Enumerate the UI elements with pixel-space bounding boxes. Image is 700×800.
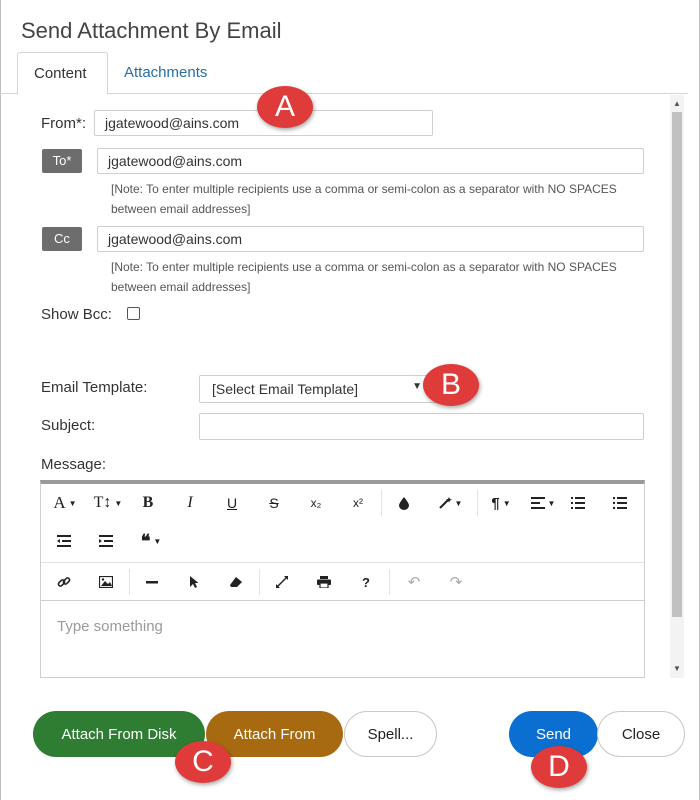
caret-icon: ▼ <box>114 498 123 508</box>
chevron-down-icon: ▼ <box>412 381 422 392</box>
subject-field[interactable] <box>199 413 644 440</box>
message-editor[interactable]: A ▼ T↕ ▼ B I U S x₂ x² ▼ ¶ ▼ ▼ ❝ ▼ ? ↶ ↷… <box>40 480 645 678</box>
undo-icon[interactable]: ↶ <box>399 563 429 601</box>
to-field[interactable]: jgatewood@ains.com <box>97 148 644 174</box>
message-placeholder: Type something <box>57 618 163 635</box>
caret-icon: ▼ <box>454 498 463 508</box>
subject-label: Subject: <box>41 417 96 434</box>
link-icon[interactable] <box>49 563 79 601</box>
paragraph-icon[interactable]: ¶ ▼ <box>481 484 521 522</box>
quote-icon[interactable]: ❝ ▼ <box>131 522 171 560</box>
magic-wand-icon[interactable]: ▼ <box>429 484 471 522</box>
eraser-icon[interactable] <box>221 563 251 601</box>
toolbar-separator <box>41 600 644 601</box>
underline-button[interactable]: U <box>217 484 247 522</box>
tab-content[interactable]: Content <box>17 52 108 95</box>
email-template-label: Email Template: <box>41 379 148 396</box>
subscript-button[interactable]: x₂ <box>301 484 331 522</box>
font-size-button[interactable]: T↕ ▼ <box>89 484 127 522</box>
select-pointer-icon[interactable] <box>179 563 209 601</box>
tab-bar: Content Attachments <box>0 52 700 95</box>
tab-attachments[interactable]: Attachments <box>108 52 223 95</box>
close-button[interactable]: Close <box>597 711 685 757</box>
callout-marker-c: C <box>175 741 231 783</box>
toolbar-divider <box>389 569 390 595</box>
toolbar-row-2: ❝ ▼ <box>41 522 644 560</box>
to-button[interactable]: To* <box>42 149 82 173</box>
show-bcc-checkbox[interactable] <box>127 307 140 320</box>
horizontal-rule-icon[interactable] <box>137 563 167 601</box>
callout-marker-a: A <box>257 86 313 128</box>
help-button[interactable]: ? <box>351 563 381 601</box>
spell-check-button[interactable]: Spell... <box>344 711 437 757</box>
fullscreen-icon[interactable] <box>267 563 297 601</box>
to-note: [Note: To enter multiple recipients use … <box>111 182 617 216</box>
scroll-up-icon[interactable]: ▲ <box>670 97 684 111</box>
toolbar-divider <box>477 490 478 516</box>
image-icon[interactable] <box>91 563 121 601</box>
dialog-title: Send Attachment By Email <box>21 18 282 43</box>
callout-marker-d: D <box>531 746 587 788</box>
show-bcc-label: Show Bcc: <box>41 306 112 323</box>
scroll-down-icon[interactable]: ▼ <box>670 662 684 676</box>
outdent-icon[interactable] <box>49 522 79 560</box>
dialog-border-left <box>0 0 1 800</box>
ordered-list-icon[interactable] <box>563 484 593 522</box>
align-icon[interactable]: ▼ <box>523 484 563 522</box>
email-template-select[interactable]: [Select Email Template] ▼ <box>199 375 437 403</box>
text-color-icon[interactable] <box>389 484 419 522</box>
caret-icon: ▼ <box>153 536 162 546</box>
unordered-list-icon[interactable] <box>605 484 635 522</box>
font-family-button[interactable]: A ▼ <box>47 484 83 522</box>
print-icon[interactable] <box>309 563 339 601</box>
toolbar-divider <box>381 490 382 516</box>
superscript-button[interactable]: x² <box>343 484 373 522</box>
toolbar-row-3: ? ↶ ↷ <box>41 562 644 600</box>
from-label: From*: <box>41 115 86 132</box>
indent-icon[interactable] <box>91 522 121 560</box>
caret-icon: ▼ <box>547 498 556 508</box>
strikethrough-button[interactable]: S <box>259 484 289 522</box>
caret-icon: ▼ <box>502 498 511 508</box>
toolbar-row-1: A ▼ T↕ ▼ B I U S x₂ x² ▼ ¶ ▼ ▼ <box>41 484 644 522</box>
toolbar-divider <box>259 569 260 595</box>
content-panel: From*: jgatewood@ains.com To* jgatewood@… <box>27 95 670 678</box>
content-scrollbar[interactable]: ▲ ▼ <box>670 95 684 678</box>
caret-icon: ▼ <box>68 498 77 508</box>
toolbar-divider <box>129 569 130 595</box>
bold-button[interactable]: B <box>133 484 163 522</box>
scrollbar-thumb[interactable] <box>672 112 682 617</box>
cc-button[interactable]: Cc <box>42 227 82 251</box>
editor-toolbar: A ▼ T↕ ▼ B I U S x₂ x² ▼ ¶ ▼ ▼ ❝ ▼ ? ↶ ↷ <box>41 484 644 600</box>
message-label: Message: <box>41 456 107 473</box>
callout-marker-b: B <box>423 364 479 406</box>
email-template-value: [Select Email Template] <box>212 381 359 397</box>
cc-field[interactable]: jgatewood@ains.com <box>97 226 644 252</box>
italic-button[interactable]: I <box>175 484 205 522</box>
cc-note: [Note: To enter multiple recipients use … <box>111 260 617 294</box>
redo-icon[interactable]: ↷ <box>441 563 471 601</box>
